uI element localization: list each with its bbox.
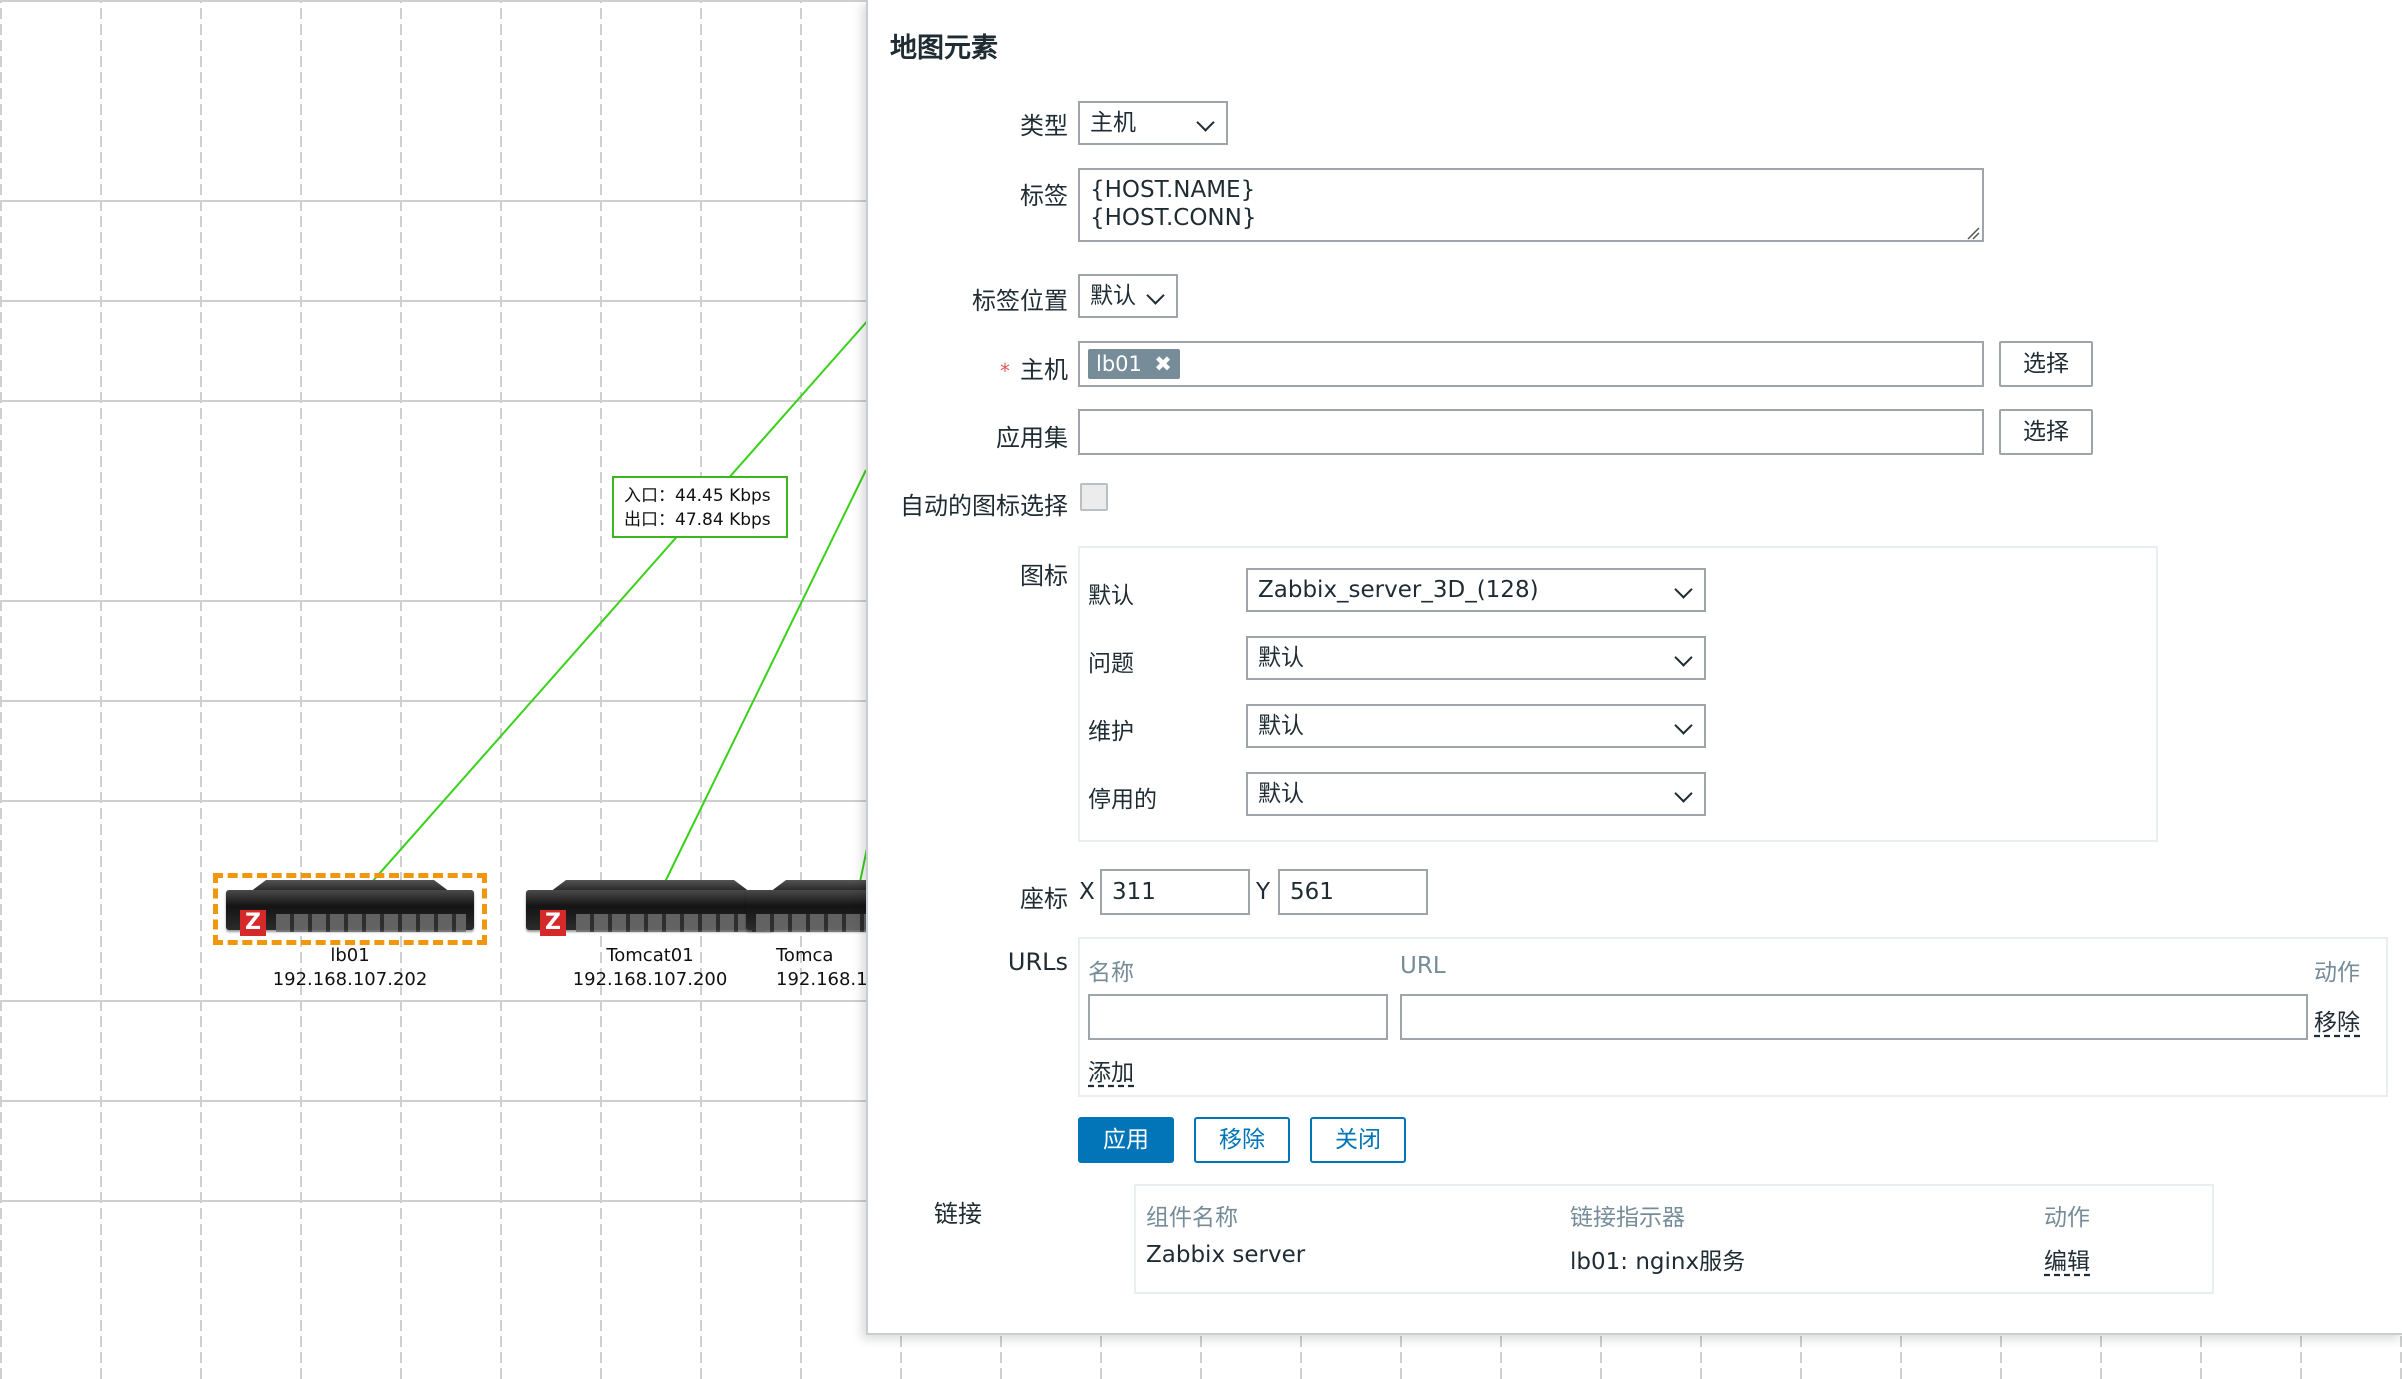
zabbix-logo-icon: Z (540, 910, 566, 936)
label-position-value: 默认 (1090, 283, 1136, 309)
icon-default-label: 默认 (1088, 583, 1134, 609)
application-select-button[interactable]: 选择 (1999, 409, 2093, 455)
chevron-down-icon (1146, 286, 1165, 305)
server-icon: Z (526, 890, 774, 936)
host-multiselect[interactable]: lb01 ✖ (1078, 341, 1984, 387)
remove-tag-icon[interactable]: ✖ (1154, 349, 1172, 379)
link-traffic-in: 入口：44.45 Kbps (624, 486, 771, 506)
link-row-element: Zabbix server (1146, 1242, 1306, 1268)
icon-disabled-value: 默认 (1258, 781, 1304, 807)
host-tag-label: lb01 (1096, 352, 1142, 376)
server-drive-bays (276, 914, 466, 932)
host-label-text: 主机 (1020, 356, 1068, 384)
map-link-line[interactable] (371, 317, 871, 883)
icon-problem-label: 问题 (1088, 651, 1134, 677)
map-host-label: lb01 192.168.107.202 (200, 944, 500, 992)
type-select[interactable]: 主机 (1078, 101, 1228, 145)
coordinates-label: 座标 (1020, 885, 1068, 913)
application-input[interactable] (1078, 409, 1984, 455)
type-label: 类型 (1020, 112, 1068, 140)
resize-handle-icon[interactable] (1966, 226, 1980, 240)
link-row-indicator: lb01: nginx服务 (1570, 1249, 1746, 1275)
icon-default-value: Zabbix_server_3D_(128) (1258, 577, 1539, 603)
urls-url-header: URL (1400, 953, 1446, 979)
label-label: 标签 (1020, 182, 1068, 210)
application-label: 应用集 (996, 424, 1068, 452)
link-traffic-out: 出口：47.84 Kbps (624, 510, 771, 530)
host-select-button[interactable]: 选择 (1999, 341, 2093, 387)
chevron-down-icon (1674, 580, 1693, 599)
icons-label: 图标 (1020, 562, 1068, 590)
auto-icon-label: 自动的图标选择 (900, 492, 1068, 520)
chevron-down-icon (1674, 648, 1693, 667)
urls-label: URLs (1007, 948, 1068, 976)
y-label: Y (1256, 879, 1271, 905)
icons-group: 默认 Zabbix_server_3D_(128) 问题 默认 维护 默认 停用… (1078, 546, 2158, 842)
urls-name-header: 名称 (1088, 960, 1134, 986)
urls-action-header: 动作 (2314, 960, 2360, 986)
required-mark: * (1000, 359, 1010, 383)
icon-maintenance-value: 默认 (1258, 713, 1304, 739)
label-position-select[interactable]: 默认 (1078, 274, 1178, 318)
links-action-header: 动作 (2044, 1205, 2090, 1231)
urls-group: 名称 URL 动作 移除 添加 (1078, 937, 2388, 1097)
host-tag: lb01 ✖ (1088, 349, 1180, 379)
map-element-dialog: 地图元素 类型 主机 标签 {HOST.NAME} {HOST.CONN} 标签… (866, 0, 2402, 1335)
host-label: * 主机 (868, 350, 1068, 385)
url-input[interactable] (1400, 994, 2308, 1040)
y-coordinate-input[interactable]: 561 (1278, 869, 1428, 915)
server-drive-bays (576, 914, 766, 932)
map-host-name: lb01 (330, 945, 370, 966)
icon-disabled-label: 停用的 (1088, 787, 1157, 813)
map-host-lb01[interactable]: Z (213, 873, 487, 945)
type-select-value: 主机 (1090, 110, 1136, 136)
url-remove-link[interactable]: 移除 (2314, 1003, 2360, 1037)
icon-maintenance-label: 维护 (1088, 719, 1134, 745)
icon-default-select[interactable]: Zabbix_server_3D_(128) (1246, 568, 1706, 612)
label-position-label: 标签位置 (972, 287, 1068, 315)
links-label: 链接 (934, 1200, 982, 1228)
chevron-down-icon (1196, 113, 1215, 132)
chevron-down-icon (1674, 784, 1693, 803)
url-name-input[interactable] (1088, 994, 1388, 1040)
close-button[interactable]: 关闭 (1310, 1117, 1406, 1163)
x-label: X (1079, 879, 1095, 905)
dialog-title: 地图元素 (890, 33, 998, 64)
links-element-header: 组件名称 (1146, 1205, 1238, 1231)
url-add-link[interactable]: 添加 (1088, 1053, 1134, 1087)
server-icon: Z (226, 890, 474, 936)
zabbix-logo-icon: Z (240, 910, 266, 936)
label-textarea[interactable]: {HOST.NAME} {HOST.CONN} (1078, 168, 1984, 242)
icon-problem-select[interactable]: 默认 (1246, 636, 1706, 680)
icon-problem-value: 默认 (1258, 645, 1304, 671)
links-table: 组件名称 链接指示器 动作 Zabbix server lb01: nginx服… (1134, 1184, 2214, 1294)
remove-button[interactable]: 移除 (1194, 1117, 1290, 1163)
x-coordinate-input[interactable]: 311 (1100, 869, 1250, 915)
apply-button[interactable]: 应用 (1078, 1117, 1174, 1163)
map-host-ip: 192.168.107.202 (272, 969, 428, 990)
links-indicator-header: 链接指示器 (1570, 1205, 1685, 1231)
icon-disabled-select[interactable]: 默认 (1246, 772, 1706, 816)
icon-maintenance-select[interactable]: 默认 (1246, 704, 1706, 748)
link-row-edit-link[interactable]: 编辑 (2044, 1242, 2090, 1276)
chevron-down-icon (1674, 716, 1693, 735)
link-traffic-label: 入口：44.45 Kbps 出口：47.84 Kbps (612, 476, 788, 538)
auto-icon-checkbox[interactable] (1080, 483, 1108, 511)
